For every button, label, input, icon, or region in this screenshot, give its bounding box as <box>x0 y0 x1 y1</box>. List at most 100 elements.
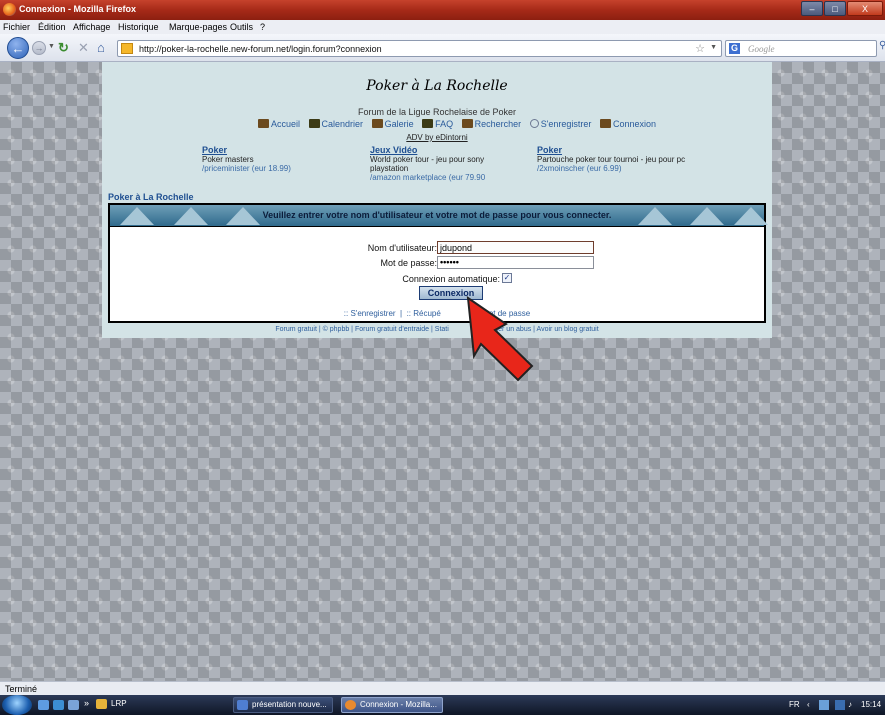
forum-nav: Accueil Calendrier Galerie FAQ Recherche… <box>258 119 662 131</box>
quicklaunch-explorer-icon[interactable] <box>68 700 79 710</box>
search-bar[interactable]: G Google <box>725 40 877 57</box>
history-dropdown-icon[interactable]: ▼ <box>48 43 55 50</box>
nav-label: S'enregistrer <box>540 119 592 129</box>
status-bar: Terminé <box>0 681 885 695</box>
search-input[interactable]: Google <box>748 44 775 54</box>
menu-edition[interactable]: Édition <box>38 22 66 32</box>
register-icon <box>529 119 539 128</box>
login-icon <box>599 119 611 128</box>
reload-icon[interactable]: ↻ <box>58 41 69 54</box>
breadcrumb[interactable]: Poker à La Rochelle <box>108 192 194 202</box>
volume-icon[interactable]: ♪ <box>848 700 852 709</box>
nav-label: Connexion <box>612 119 656 129</box>
address-bar[interactable]: http://poker-la-rochelle.new-forum.net/l… <box>117 40 722 57</box>
nav-faq[interactable]: FAQ <box>422 119 453 129</box>
taskbar-item-firefox[interactable]: Connexion - Mozilla... <box>341 697 443 713</box>
show-desktop-icon[interactable] <box>38 700 49 710</box>
nav-rechercher[interactable]: Rechercher <box>461 119 521 129</box>
site-description: Forum de la Ligue Rochelaise de Poker <box>357 107 517 117</box>
window-title: Connexion - Mozilla Firefox <box>19 4 137 14</box>
nav-galerie[interactable]: Galerie <box>371 119 414 129</box>
calendar-icon <box>308 119 320 128</box>
maximize-button[interactable]: □ <box>824 1 846 16</box>
url-dropdown-icon[interactable]: ▼ <box>710 44 717 51</box>
username-field[interactable] <box>437 241 594 254</box>
network-icon[interactable] <box>819 700 829 710</box>
quicklaunch-more-icon[interactable]: » <box>84 698 89 708</box>
bookmark-star-icon[interactable]: ☆ <box>695 42 705 55</box>
forward-button[interactable]: → <box>32 41 46 55</box>
ad-heading[interactable]: Poker <box>202 146 291 155</box>
adv-link[interactable]: ADV by eDintorni <box>108 133 766 142</box>
tray-app-icon[interactable] <box>835 700 845 710</box>
search-go-icon[interactable]: ⚲ <box>879 40 885 51</box>
password-row: Mot de passe: <box>110 257 437 271</box>
menu-historique[interactable]: Historique <box>118 22 159 32</box>
autologin-label: Connexion automatique: <box>402 274 500 284</box>
forum-footer: Forum gratuit | © phpbb | Forum gratuit … <box>275 326 599 333</box>
footer-link[interactable]: © phpbb <box>323 326 350 333</box>
footer-link[interactable]: Stati <box>435 326 449 333</box>
language-indicator[interactable]: FR <box>789 700 800 709</box>
back-button[interactable]: ← <box>7 37 29 59</box>
forum-header: Poker à La Rochelle Forum de la Ligue Ro… <box>108 64 766 190</box>
ad-heading[interactable]: Jeux Vidéo <box>370 146 485 155</box>
menu-outils[interactable]: Outils <box>230 22 253 32</box>
login-header: Veuillez entrer votre nom d'utilisateur … <box>110 205 768 227</box>
login-footer-links: :: S'enregistrer | :: Récupé ot de passe <box>110 309 764 318</box>
system-tray: FR ‹ ♪ 15:14 <box>785 695 885 715</box>
footer-link[interactable]: Avoir un blog gratuit <box>537 326 599 333</box>
task-label: LRP <box>111 699 127 708</box>
clock[interactable]: 15:14 <box>861 700 881 709</box>
nav-senregistrer[interactable]: S'enregistrer <box>529 119 592 129</box>
windows-taskbar: » LRP présentation nouve... Connexion - … <box>0 695 885 715</box>
menu-marque-pages[interactable]: Marque-pages <box>169 22 227 32</box>
ad-line: Poker masters <box>202 155 254 164</box>
home-icon[interactable]: ⌂ <box>97 41 105 54</box>
nav-connexion[interactable]: Connexion <box>599 119 656 129</box>
taskbar-item-lrp[interactable]: LRP <box>93 697 221 713</box>
red-arrow-annotation <box>466 295 534 382</box>
ad-source[interactable]: /2xmoinscher (eur 6.99) <box>537 164 685 173</box>
ad-block-1: Poker Poker masters /priceminister (eur … <box>202 146 291 174</box>
footer-link[interactable]: Forum gratuit d'entraide <box>355 326 429 333</box>
footer-link[interactable]: Forum gratuit <box>275 326 317 333</box>
ad-block-3: Poker Partouche poker tour tournoi - jeu… <box>537 146 685 174</box>
minimize-button[interactable]: – <box>801 1 823 16</box>
nav-calendrier[interactable]: Calendrier <box>308 119 363 129</box>
password-field[interactable]: •••••• <box>437 256 594 269</box>
site-title: Poker à La Rochelle <box>366 78 508 94</box>
status-text: Terminé <box>5 684 38 694</box>
start-orb-icon[interactable] <box>2 695 32 715</box>
search-engine-icon[interactable]: G <box>729 43 740 54</box>
site-identity-icon[interactable] <box>121 43 133 54</box>
stop-icon[interactable]: ✕ <box>78 41 89 54</box>
word-icon <box>237 700 248 710</box>
firefox-logo-icon <box>3 3 16 16</box>
menu-help[interactable]: ? <box>260 22 265 32</box>
ad-heading[interactable]: Poker <box>537 146 685 155</box>
folder-icon <box>96 699 107 709</box>
close-button[interactable]: X <box>847 1 883 16</box>
url-text[interactable]: http://poker-la-rochelle.new-forum.net/l… <box>139 44 382 54</box>
menu-fichier[interactable]: Fichier <box>3 22 30 32</box>
ad-source[interactable]: /amazon marketplace (eur 79.90 <box>370 173 485 182</box>
nav-accueil[interactable]: Accueil <box>258 119 300 129</box>
faq-icon <box>422 119 434 128</box>
ad-source[interactable]: /priceminister (eur 18.99) <box>202 164 291 173</box>
gallery-icon <box>371 119 383 128</box>
register-link[interactable]: :: S'enregistrer <box>344 309 396 318</box>
menu-affichage[interactable]: Affichage <box>73 22 110 32</box>
autologin-checkbox[interactable]: ✓ <box>502 273 512 283</box>
task-label: Connexion - Mozilla... <box>360 700 437 709</box>
search-icon <box>461 119 473 128</box>
quicklaunch-ie-icon[interactable] <box>53 700 64 710</box>
firefox-icon <box>345 700 356 710</box>
arrow-shape <box>466 295 534 382</box>
recover-link-part1[interactable]: :: Récupé <box>407 309 441 318</box>
tray-expand-icon[interactable]: ‹ <box>807 700 810 709</box>
taskbar-item-presentation[interactable]: présentation nouve... <box>233 697 333 713</box>
ad-line: playstation <box>370 164 409 173</box>
ad-block-2: Jeux Vidéo World poker tour - jeu pour s… <box>370 146 485 183</box>
login-instructions: Veuillez entrer votre nom d'utilisateur … <box>262 210 612 220</box>
